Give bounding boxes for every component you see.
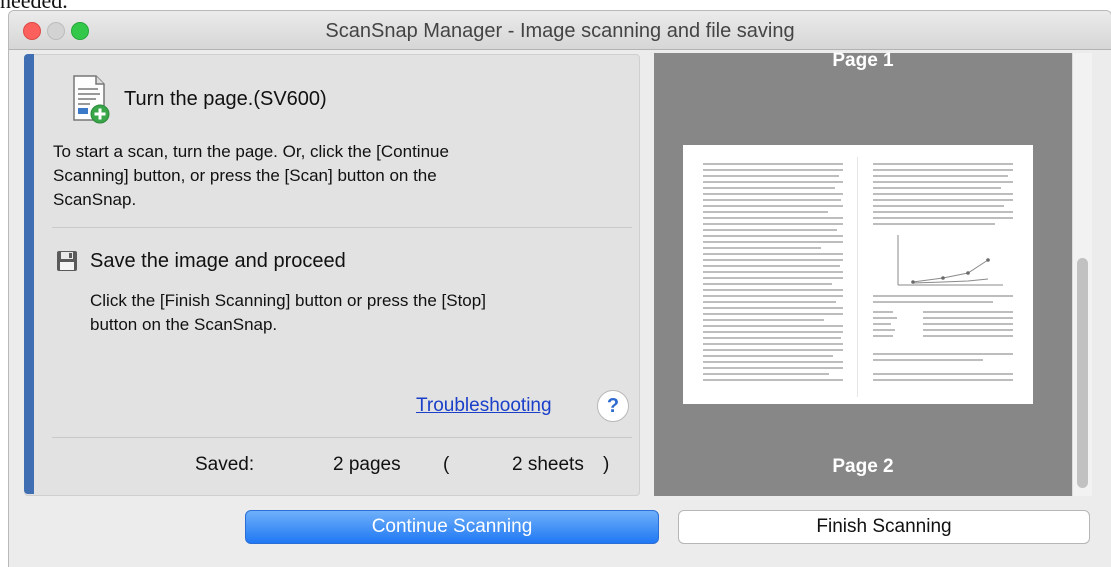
window-title: ScanSnap Manager - Image scanning and fi… — [325, 20, 795, 42]
saved-paren-close: ) — [603, 454, 610, 475]
step1-title: Turn the page.(SV600) — [124, 88, 327, 110]
step2-description: Click the [Finish Scanning] button or pr… — [90, 289, 580, 337]
document-add-icon — [73, 75, 110, 124]
step1-desc-line: To start a scan, turn the page. Or, clic… — [53, 142, 449, 161]
help-icon[interactable]: ? — [597, 390, 629, 422]
saved-sheets-count: 2 sheets — [512, 454, 584, 475]
finish-scanning-button[interactable]: Finish Scanning — [678, 510, 1090, 544]
saved-label: Saved: — [195, 454, 255, 475]
section-divider — [52, 227, 632, 228]
continue-scanning-button[interactable]: Continue Scanning — [245, 510, 659, 544]
floppy-disk-icon — [57, 251, 77, 271]
step2-desc-line: Click the [Finish Scanning] button or pr… — [90, 291, 486, 310]
instructions-panel — [24, 54, 640, 496]
scrollbar-thumb[interactable] — [1077, 258, 1088, 488]
saved-pages-count: 2 pages — [333, 454, 401, 475]
scan-preview-area[interactable]: Page 1 Page 2 — [654, 50, 1072, 496]
step1-desc-line: ScanSnap. — [53, 190, 137, 209]
saved-paren-open: ( — [443, 454, 450, 475]
page2-label: Page 2 — [832, 456, 894, 477]
saved-divider — [52, 437, 632, 438]
page1-label: Page 1 — [832, 50, 894, 71]
scanned-spread-image — [683, 145, 1033, 404]
troubleshooting-link[interactable]: Troubleshooting — [416, 395, 552, 417]
step2-desc-line: button on the ScanSnap. — [90, 315, 278, 334]
scanned-page-thumbnail — [683, 145, 1033, 404]
window-titlebar: ScanSnap Manager - Image scanning and fi… — [9, 11, 1111, 50]
step2-title: Save the image and proceed — [90, 250, 346, 272]
step1-description: To start a scan, turn the page. Or, clic… — [53, 140, 563, 212]
panel-accent-bar — [24, 54, 34, 494]
preview-scrollbar[interactable] — [1072, 53, 1092, 496]
step1-desc-line: Scanning] button, or press the [Scan] bu… — [53, 166, 437, 185]
